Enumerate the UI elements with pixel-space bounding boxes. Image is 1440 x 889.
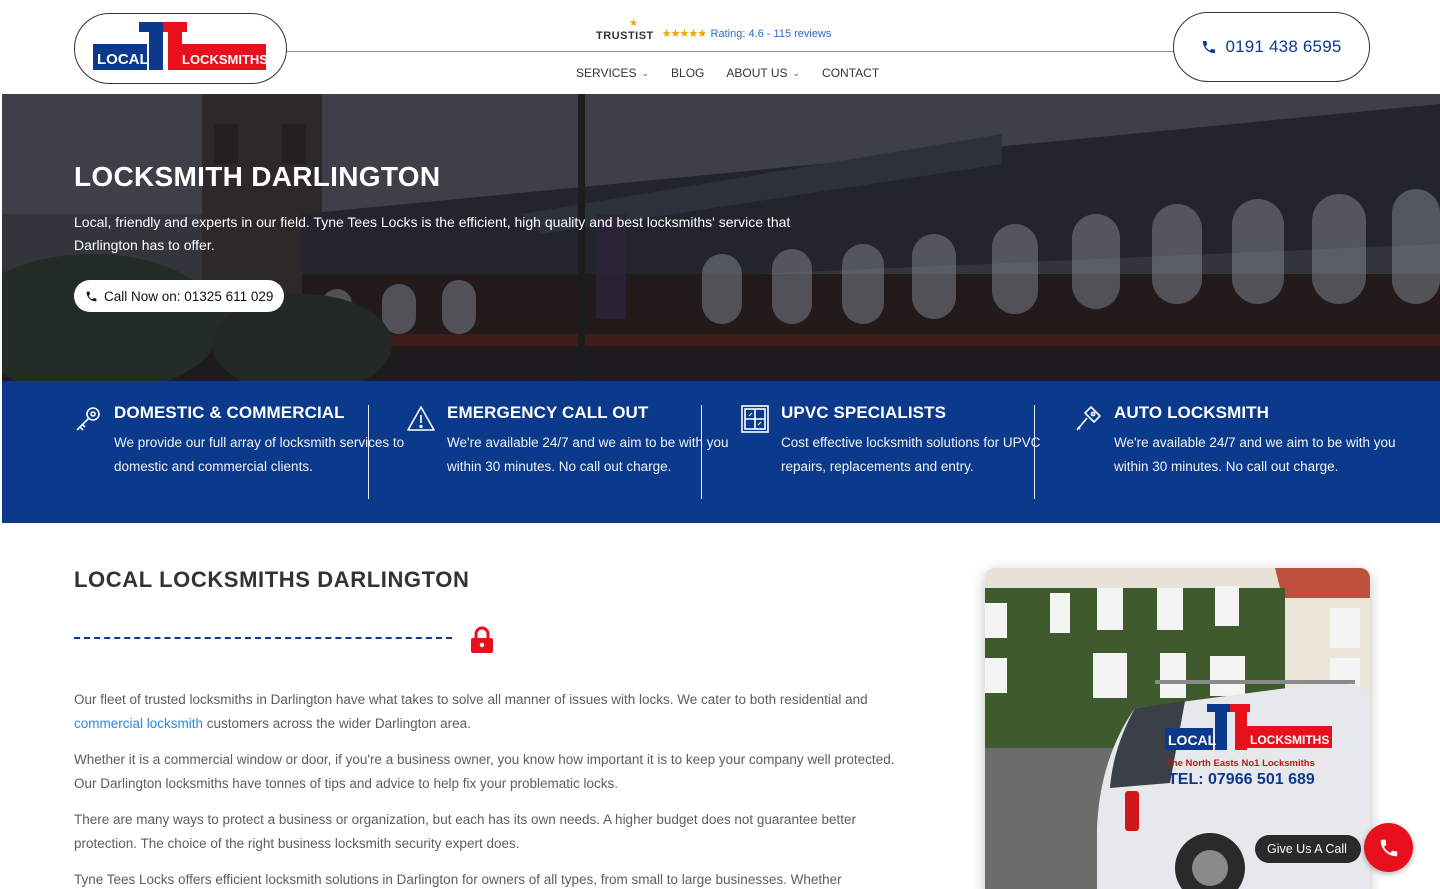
paragraph-text: Our fleet of trusted locksmiths in Darli… xyxy=(74,692,868,707)
lock-icon xyxy=(471,626,493,653)
nav-blog-label: BLOG xyxy=(671,66,705,80)
van-logo-right: LOCKSMITHS xyxy=(1250,733,1329,747)
main-nav: SERVICES ⌄ BLOG ABOUT US ⌄ CONTACT xyxy=(576,66,879,80)
header-phone-number: 0191 438 6595 xyxy=(1225,37,1342,56)
heading-dashed-divider xyxy=(74,637,452,639)
nav-contact[interactable]: CONTACT xyxy=(822,66,879,80)
header-phone-button[interactable]: 0191 438 6595 xyxy=(1173,12,1370,82)
nav-about-us[interactable]: ABOUT US ⌄ xyxy=(726,66,800,80)
nav-services[interactable]: SERVICES ⌄ xyxy=(576,66,649,80)
feature-divider xyxy=(368,405,369,499)
window-icon xyxy=(741,405,769,433)
warning-icon xyxy=(407,406,435,431)
van-telephone: TEL: 07966 501 689 xyxy=(1168,771,1315,788)
feature-text: We're available 24/7 and we aim to be wi… xyxy=(1114,435,1396,474)
local-locksmiths-logo[interactable]: LOCAL LOCKSMITHS xyxy=(93,20,266,73)
nav-about-label: ABOUT US xyxy=(726,66,788,80)
call-now-label: Call Now on: 01325 611 029 xyxy=(104,288,274,304)
feature-divider xyxy=(1034,405,1035,499)
call-now-button[interactable]: Call Now on: 01325 611 029 xyxy=(74,280,285,312)
header-divider-line xyxy=(285,51,1175,52)
phone-icon xyxy=(1203,41,1216,53)
logo-word-left: LOCAL xyxy=(97,51,149,68)
feature-text: Cost effective locksmith solutions for U… xyxy=(781,435,1041,474)
content-paragraph: There are many ways to protect a busines… xyxy=(74,812,856,851)
chevron-down-icon: ⌄ xyxy=(641,67,650,78)
hero-title: LOCKSMITH DARLINGTON xyxy=(74,161,441,192)
trustist-brand: ★ TRUSTIST xyxy=(596,18,654,42)
give-us-a-call-label[interactable]: Give Us A Call xyxy=(1255,835,1361,863)
nav-contact-label: CONTACT xyxy=(822,66,880,80)
feature-title: UPVC SPECIALISTS xyxy=(781,403,947,422)
feature-text: We're available 24/7 and we aim to be wi… xyxy=(447,435,729,474)
feature-domestic-commercial: DOMESTIC & COMMERCIAL We provide our ful… xyxy=(76,403,414,478)
nav-services-label: SERVICES xyxy=(576,66,637,80)
content-paragraph: Whether it is a commercial window or doo… xyxy=(74,752,895,791)
trustist-rating-text: Rating: 4.6 - 115 reviews xyxy=(710,28,832,40)
phone-icon xyxy=(1380,839,1397,856)
content-paragraph: Tyne Tees Locks offers efficient locksmi… xyxy=(74,872,842,887)
chevron-down-icon: ⌄ xyxy=(792,67,801,78)
commercial-locksmith-link[interactable]: commercial locksmith xyxy=(74,716,203,731)
key-icon xyxy=(76,407,100,431)
section-heading: LOCAL LOCKSMITHS DARLINGTON xyxy=(74,567,470,592)
nav-blog[interactable]: BLOG xyxy=(671,66,704,80)
trustist-rating-line: ★★★★★ Rating: 4.6 - 115 reviews xyxy=(662,24,832,42)
floating-call-button[interactable] xyxy=(1364,823,1413,872)
feature-divider xyxy=(701,405,702,499)
content-paragraph: Our fleet of trusted locksmiths in Darli… xyxy=(74,688,914,735)
rating-stars-icon: ★★★★★ xyxy=(661,28,707,40)
site-header: LOCAL LOCKSMITHS ★ TRUSTIST ★★★★★ Rating:… xyxy=(0,0,1440,94)
trustist-badge[interactable]: ★ TRUSTIST ★★★★★ Rating: 4.6 - 115 review… xyxy=(596,12,831,42)
feature-upvc-specialists: UPVC SPECIALISTS Cost effective locksmit… xyxy=(741,403,1081,478)
van-logo-left: LOCAL xyxy=(1168,732,1217,748)
key-icon xyxy=(1076,406,1101,431)
feature-emergency-call-out: EMERGENCY CALL OUT We're available 24/7 … xyxy=(407,403,747,478)
feature-text: We provide our full array of locksmith s… xyxy=(114,435,405,474)
phone-icon xyxy=(86,291,97,301)
logo-word-right: LOCKSMITHS xyxy=(182,52,266,67)
van-tagline: The North Easts No1 Locksmiths xyxy=(1166,758,1315,769)
paragraph-text: customers across the wider Darlington ar… xyxy=(203,715,471,731)
trustist-star-icon: ★ xyxy=(629,18,639,29)
feature-title: EMERGENCY CALL OUT xyxy=(447,403,649,422)
feature-title: AUTO LOCKSMITH xyxy=(1114,403,1270,422)
features-band: DOMESTIC & COMMERCIAL We provide our ful… xyxy=(2,381,1440,523)
feature-auto-locksmith: AUTO LOCKSMITH We're available 24/7 and … xyxy=(1076,403,1414,478)
hero-subtitle: Local, friendly and experts in our field… xyxy=(74,214,791,253)
hero-section: LOCKSMITH DARLINGTON Local, friendly and… xyxy=(2,94,1440,381)
feature-title: DOMESTIC & COMMERCIAL xyxy=(114,403,345,422)
